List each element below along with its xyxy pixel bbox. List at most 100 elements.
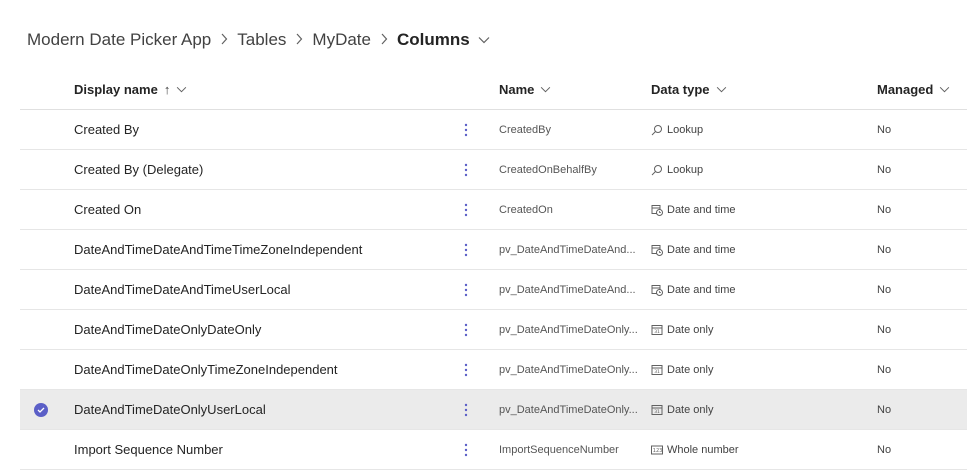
column-header-managed[interactable]: Managed <box>877 70 950 109</box>
calendar-icon: 31 <box>651 404 663 416</box>
cell-display-name[interactable]: Import Sequence Number <box>74 430 223 469</box>
cell-name: CreatedOn <box>499 203 553 216</box>
row-checkbox[interactable] <box>34 150 50 189</box>
cell-display-name[interactable]: Created By (Delegate) <box>74 150 203 189</box>
table-header: Display name ↑ Name Data type Managed <box>20 70 967 110</box>
chevron-down-icon <box>540 86 551 93</box>
chevron-down-icon <box>716 86 727 93</box>
more-options-icon[interactable] <box>458 190 474 229</box>
table-body: Created By CreatedBy Lookup No Created B… <box>20 110 967 470</box>
cell-name: pv_DateAndTimeDateOnly... <box>499 403 638 416</box>
cell-display-name[interactable]: DateAndTimeDateAndTimeTimeZoneIndependen… <box>74 230 362 269</box>
cell-managed: No <box>877 363 892 376</box>
cell-managed: No <box>877 323 892 336</box>
cell-managed: No <box>877 123 892 136</box>
cell-name: CreatedBy <box>499 123 551 136</box>
column-header-label: Data type <box>651 82 710 97</box>
search-icon <box>651 164 663 176</box>
breadcrumb-table[interactable]: MyDate <box>312 30 371 50</box>
more-options-icon[interactable] <box>458 390 474 429</box>
column-header-label: Display name <box>74 82 158 97</box>
more-options-icon[interactable] <box>458 350 474 389</box>
breadcrumb: Modern Date Picker App Tables MyDate Col… <box>27 28 490 52</box>
cell-display-name[interactable]: DateAndTimeDateOnlyUserLocal <box>74 390 266 429</box>
cell-data-type: Lookup <box>651 110 703 149</box>
svg-text:31: 31 <box>654 329 660 335</box>
cell-data-type: 31 Date only <box>651 350 713 389</box>
cell-display-name[interactable]: Created On <box>74 190 141 229</box>
calendar-clock-icon <box>651 204 663 216</box>
data-type-label: Date and time <box>667 283 736 296</box>
table-row[interactable]: Import Sequence Number ImportSequenceNum… <box>20 430 967 470</box>
data-type-label: Date only <box>667 403 714 416</box>
data-type-label: Lookup <box>667 123 704 136</box>
svg-text:123: 123 <box>653 448 663 454</box>
more-options-icon[interactable] <box>458 310 474 349</box>
row-checkbox[interactable] <box>34 110 50 149</box>
svg-text:31: 31 <box>654 409 660 415</box>
column-header-label: Managed <box>877 82 934 97</box>
column-header-label: Name <box>499 82 535 97</box>
cell-managed: No <box>877 283 892 296</box>
table-row[interactable]: Created By CreatedBy Lookup No <box>20 110 967 150</box>
row-checkbox[interactable] <box>34 390 50 429</box>
breadcrumb-app[interactable]: Modern Date Picker App <box>27 30 211 50</box>
table-row[interactable]: Created By (Delegate) CreatedOnBehalfBy … <box>20 150 967 190</box>
column-header-display-name[interactable]: Display name ↑ <box>74 70 187 109</box>
checkmark-icon <box>34 402 48 417</box>
sort-ascending-icon: ↑ <box>163 82 171 97</box>
cell-name: CreatedOnBehalfBy <box>499 163 597 176</box>
more-options-icon[interactable] <box>458 110 474 149</box>
column-header-name[interactable]: Name <box>499 70 551 109</box>
more-options-icon[interactable] <box>458 150 474 189</box>
data-type-label: Date and time <box>667 243 736 256</box>
cell-data-type: Date and time <box>651 230 735 269</box>
calendar-icon: 31 <box>651 324 663 336</box>
cell-name: pv_DateAndTimeDateOnly... <box>499 363 638 376</box>
chevron-right-icon <box>380 32 388 49</box>
cell-data-type: 31 Date only <box>651 390 713 429</box>
cell-display-name[interactable]: DateAndTimeDateAndTimeUserLocal <box>74 270 291 309</box>
calendar-icon: 31 <box>651 364 663 376</box>
breadcrumb-tables[interactable]: Tables <box>237 30 286 50</box>
cell-name: pv_DateAndTimeDateOnly... <box>499 323 638 336</box>
more-options-icon[interactable] <box>458 430 474 469</box>
number-icon: 123 <box>651 444 663 456</box>
row-checkbox[interactable] <box>34 190 50 229</box>
chevron-down-icon <box>176 86 187 93</box>
cell-display-name[interactable]: Created By <box>74 110 139 149</box>
chevron-down-icon[interactable] <box>478 36 490 44</box>
row-checkbox[interactable] <box>34 230 50 269</box>
table-row[interactable]: DateAndTimeDateAndTimeUserLocal pv_DateA… <box>20 270 967 310</box>
table-row[interactable]: Created On CreatedOn Date and time No <box>20 190 967 230</box>
table-row[interactable]: DateAndTimeDateOnlyTimeZoneIndependent p… <box>20 350 967 390</box>
data-type-label: Whole number <box>667 443 739 456</box>
data-type-label: Date and time <box>667 203 736 216</box>
cell-data-type: 123 Whole number <box>651 430 739 469</box>
chevron-down-icon <box>939 86 950 93</box>
cell-data-type: Lookup <box>651 150 703 189</box>
chevron-right-icon <box>220 32 228 49</box>
row-checkbox[interactable] <box>34 430 50 469</box>
cell-data-type: Date and time <box>651 270 735 309</box>
row-checkbox[interactable] <box>34 350 50 389</box>
table-row[interactable]: DateAndTimeDateOnlyDateOnly pv_DateAndTi… <box>20 310 967 350</box>
cell-managed: No <box>877 443 892 456</box>
more-options-icon[interactable] <box>458 270 474 309</box>
more-options-icon[interactable] <box>458 230 474 269</box>
cell-data-type: 31 Date only <box>651 310 713 349</box>
table-row[interactable]: DateAndTimeDateAndTimeTimeZoneIndependen… <box>20 230 967 270</box>
cell-display-name[interactable]: DateAndTimeDateOnlyDateOnly <box>74 310 261 349</box>
calendar-clock-icon <box>651 284 663 296</box>
cell-display-name[interactable]: DateAndTimeDateOnlyTimeZoneIndependent <box>74 350 338 389</box>
data-type-label: Lookup <box>667 163 704 176</box>
row-checkbox[interactable] <box>34 310 50 349</box>
column-header-data-type[interactable]: Data type <box>651 70 727 109</box>
table-row[interactable]: DateAndTimeDateOnlyUserLocal pv_DateAndT… <box>20 390 967 430</box>
cell-managed: No <box>877 243 892 256</box>
cell-name: pv_DateAndTimeDateAnd... <box>499 283 636 296</box>
svg-text:31: 31 <box>654 369 660 375</box>
breadcrumb-current[interactable]: Columns <box>397 30 470 50</box>
data-type-label: Date only <box>667 323 714 336</box>
row-checkbox[interactable] <box>34 270 50 309</box>
